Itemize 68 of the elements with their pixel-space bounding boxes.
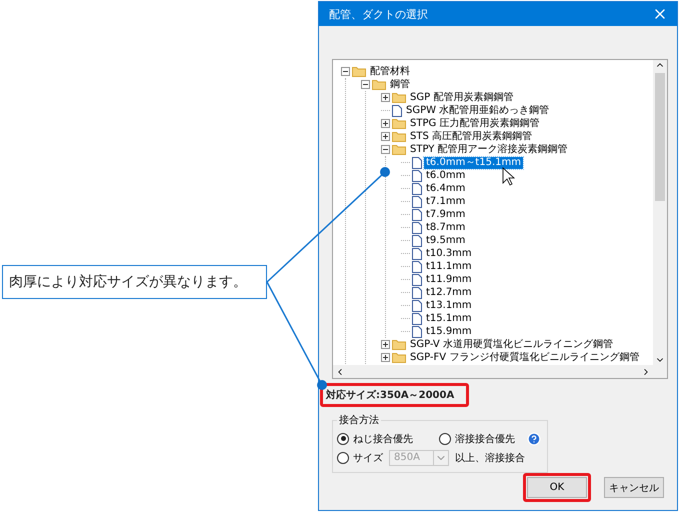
open-folder-icon xyxy=(372,79,386,90)
tree-item[interactable]: t11.9mm xyxy=(424,274,474,286)
document-icon xyxy=(412,312,422,324)
tree-item[interactable]: SGP-V 水道用硬質塩化ビニルライニング鋼管 xyxy=(408,338,615,350)
tree-item[interactable]: t6.4mm xyxy=(424,182,468,194)
document-icon xyxy=(412,182,422,194)
document-icon xyxy=(412,274,422,286)
document-icon xyxy=(412,222,422,234)
window-title: 配管、ダクトの選択 xyxy=(329,6,428,22)
document-icon xyxy=(412,196,422,208)
document-icon xyxy=(412,170,422,182)
expand-icon[interactable] xyxy=(381,119,390,128)
tree-item[interactable]: t11.1mm xyxy=(424,260,474,272)
tree-item[interactable]: t7.1mm xyxy=(424,196,468,208)
expand-icon[interactable] xyxy=(381,93,390,102)
collapse-icon[interactable] xyxy=(381,145,390,154)
document-icon xyxy=(412,286,422,298)
tree-item[interactable]: t9.5mm xyxy=(424,234,468,246)
tree-item[interactable]: 配管材料 xyxy=(368,66,412,78)
tree-item[interactable]: STPY 配管用アーク溶接炭素鋼鋼管 xyxy=(408,144,570,156)
document-icon xyxy=(392,104,402,116)
tree-item[interactable]: t6.0mm～t15.1mm xyxy=(424,156,523,168)
document-icon xyxy=(412,234,422,246)
tree-item[interactable]: t7.9mm xyxy=(424,208,468,220)
callout-text: 肉厚により対応サイズが異なります。 xyxy=(9,273,247,291)
document-icon xyxy=(412,248,422,260)
document-icon xyxy=(412,326,422,338)
folder-icon xyxy=(392,339,406,350)
tree-item[interactable]: t6.0mm xyxy=(424,170,468,182)
tree-item[interactable]: t15.1mm xyxy=(424,312,474,324)
cancel-button[interactable]: キャンセル xyxy=(604,477,664,498)
group-title: 接合方法 xyxy=(338,414,380,427)
tree-item[interactable]: SGP-FV フランジ付硬質塩化ビニルライニング鋼管 xyxy=(408,352,642,364)
expand-icon[interactable] xyxy=(381,132,390,141)
mouse-pointer-icon xyxy=(502,167,516,186)
folder-icon xyxy=(392,131,406,142)
tree-item[interactable]: t10.3mm xyxy=(424,248,474,260)
collapse-icon[interactable] xyxy=(341,67,350,76)
tree-item[interactable]: t15.9mm xyxy=(424,326,474,338)
help-icon[interactable] xyxy=(527,432,541,446)
horizontal-scrollbar[interactable] xyxy=(333,365,667,378)
expand-icon[interactable] xyxy=(381,353,390,362)
open-folder-icon xyxy=(352,66,366,77)
folder-icon xyxy=(392,92,406,103)
tree-item[interactable]: t12.7mm xyxy=(424,286,474,298)
ok-button[interactable]: OK xyxy=(527,477,587,498)
radio-option[interactable]: 溶接接合優先 xyxy=(439,432,515,446)
document-icon xyxy=(412,300,422,312)
tree-item[interactable]: STPG 圧力配管用炭素鋼鋼管 xyxy=(408,118,542,130)
document-icon xyxy=(412,208,422,220)
document-icon xyxy=(412,260,422,272)
tree-item[interactable]: STS 高圧配管用炭素鋼鋼管 xyxy=(408,130,534,142)
collapse-icon[interactable] xyxy=(361,80,370,89)
tree-item[interactable]: SGPW 水配管用亜鉛めっき鋼管 xyxy=(404,104,552,116)
suffix-label: 以上、溶接接合 xyxy=(455,452,525,464)
folder-icon xyxy=(392,352,406,363)
size-info: 対応サイズ:350A～2000A xyxy=(326,388,454,402)
vertical-scrollbar[interactable] xyxy=(653,60,667,365)
expand-icon[interactable] xyxy=(381,340,390,349)
open-folder-icon xyxy=(392,144,406,155)
radio-option[interactable]: ねじ接合優先 xyxy=(337,432,413,446)
tree-item[interactable]: 鋼管 xyxy=(388,78,412,90)
tree-item[interactable]: SGP 配管用炭素鋼鋼管 xyxy=(408,92,516,104)
tree-item[interactable]: t13.1mm xyxy=(424,300,474,312)
folder-icon xyxy=(392,118,406,129)
radio-option[interactable]: サイズ xyxy=(337,450,383,464)
document-icon xyxy=(412,156,422,168)
tree-item[interactable]: t8.7mm xyxy=(424,222,468,234)
